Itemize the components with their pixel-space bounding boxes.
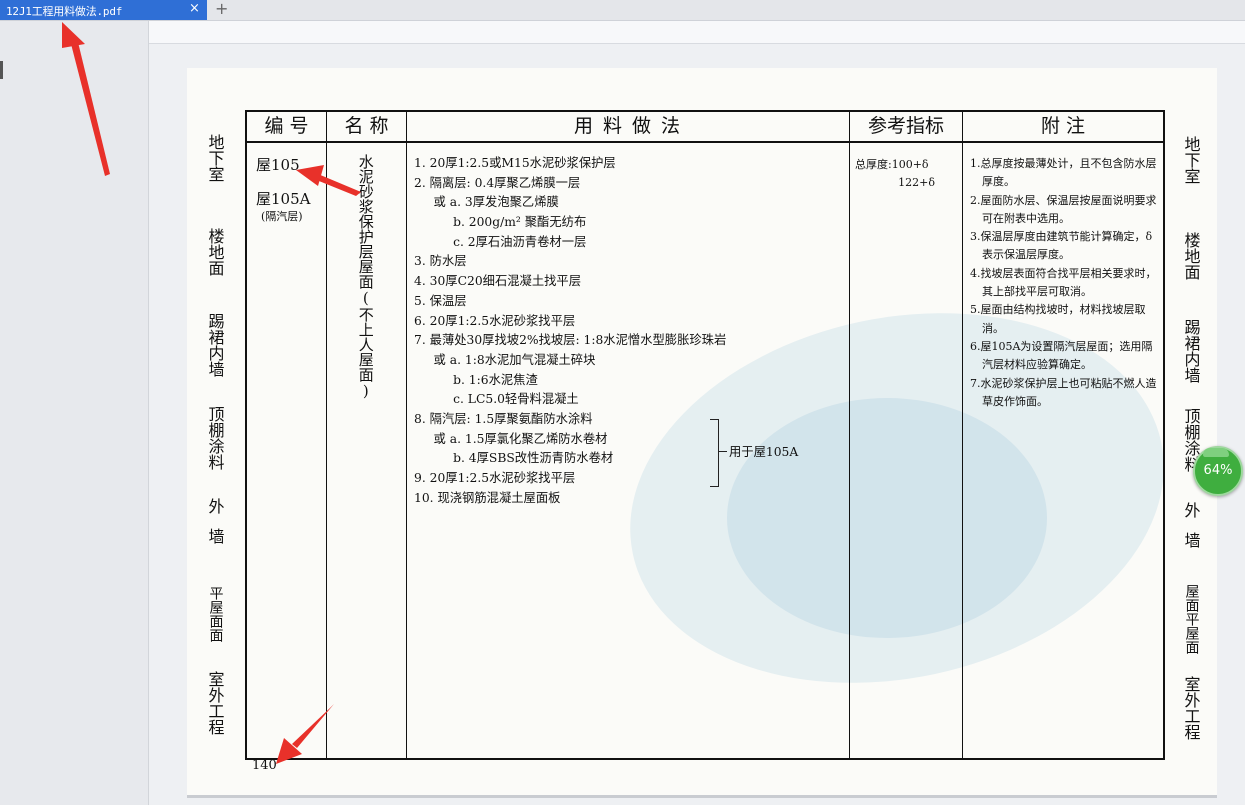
- arrow-to-page-number-icon: [276, 704, 334, 764]
- arrow-to-code-icon: [296, 165, 361, 196]
- annotation-arrows: [62, 22, 361, 764]
- arrow-to-tab-icon: [62, 22, 110, 176]
